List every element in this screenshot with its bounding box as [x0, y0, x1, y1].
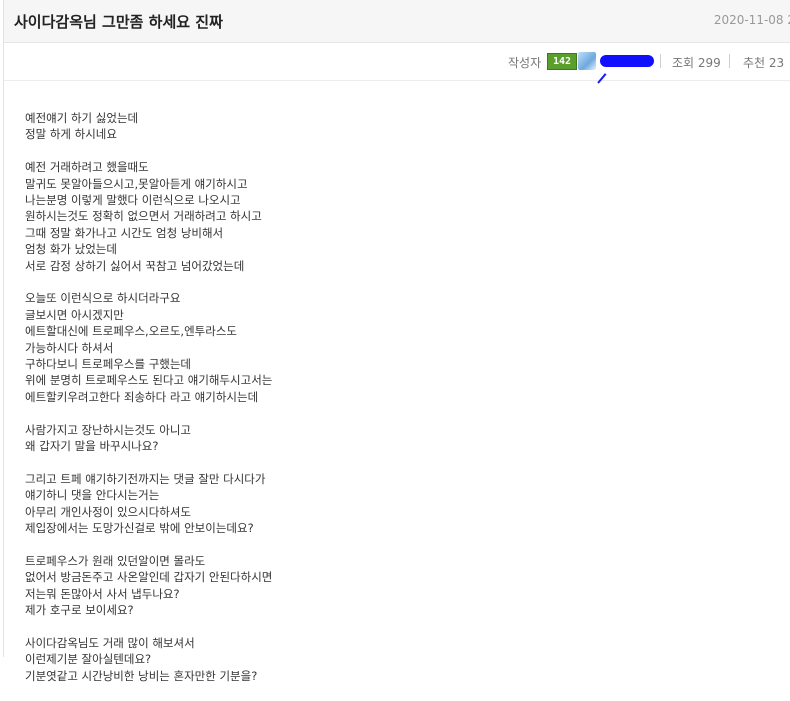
author-nickname-redacted[interactable] [600, 55, 654, 67]
pen-annotation-mark [597, 73, 607, 84]
body-line: 오늘또 이런식으로 하시더라구요 [25, 291, 181, 306]
body-line: 이런제기분 잘아실텐데요? [25, 652, 152, 667]
body-paragraph: 그리고 트페 얘기하기전까지는 댓글 잘만 다시다가얘기하니 댓을 안다시는거는… [25, 471, 765, 537]
body-line: 나는분명 이렇게 말했다 이런식으로 나오시고 [25, 193, 241, 208]
body-line: 제가 호구로 보이세요? [25, 603, 134, 618]
meta-separator [660, 54, 661, 68]
body-line: 에트할키우려고한다 죄송하다 라고 얘기하시는데 [25, 389, 259, 404]
body-line: 트로페우스가 원래 있던알이면 몰라도 [25, 553, 206, 568]
post-date: 2020-11-08 2 [713, 13, 790, 27]
level-badge: 142 [547, 53, 577, 70]
body-line: 아무리 개인사정이 있으시다하셔도 [25, 504, 192, 519]
body-line: 그리고 트페 얘기하기전까지는 댓글 잘만 다시다가 [25, 471, 266, 486]
body-line: 글보시면 아시겠지만 [25, 307, 124, 322]
post-body: 예전얘기 하기 싫었는데정말 하게 하시네요예전 거래하려고 했을때도 말귀도 못… [25, 110, 765, 701]
body-line: 기분엿같고 시간낭비한 낭비는 혼자만한 기분을? [25, 668, 258, 683]
body-line: 위에 분명히 트로페우스도 된다고 얘기해두시고서는 [25, 373, 273, 388]
body-line: 말귀도 못알아들으시고,못알아듣게 얘기하시고 [25, 176, 248, 191]
body-line: 그때 정말 화가나고 시간도 엄청 낭비해서 [25, 225, 224, 240]
body-line: 에트할대신에 트로페우스,오르도,엔투라스도 [25, 324, 237, 339]
body-line: 엄청 화가 났었는데 [25, 242, 117, 257]
body-paragraph: 트로페우스가 원래 있던알이면 몰라도없어서 방금돈주고 사온알인데 갑자기 안… [25, 553, 765, 619]
body-paragraph: 사람가지고 장난하시는것도 아니고왜 갑자기 말을 바꾸시나요? [25, 422, 765, 455]
body-line: 원하시는것도 정확히 없으면서 거래하려고 하시고 [25, 209, 262, 224]
body-line: 정말 하게 하시네요 [25, 127, 117, 142]
author-label: 작성자 [508, 56, 542, 70]
post-title[interactable]: 사이다감옥님 그만좀 하세요 진짜 [14, 11, 223, 32]
body-line: 예전 거래하려고 했을때도 [25, 160, 149, 175]
avatar-icon[interactable] [578, 52, 596, 70]
meta-separator [729, 54, 730, 68]
body-line: 제입장에서는 도망가신걸로 밖에 안보이는데요? [25, 521, 254, 536]
post-header: 사이다감옥님 그만좀 하세요 진짜 2020-11-08 2 [4, 0, 790, 43]
body-line: 왜 갑자기 말을 바꾸시나요? [25, 439, 159, 454]
body-paragraph: 예전얘기 하기 싫었는데정말 하게 하시네요 [25, 110, 765, 143]
body-line: 서로 감정 상하기 싫어서 꾹참고 넘어갔었는데 [25, 258, 245, 273]
body-line: 얘기하니 댓을 안다시는거는 [25, 488, 160, 503]
body-line: 구하다보니 트로페우스를 구했는데 [25, 357, 192, 372]
body-paragraph: 오늘또 이런식으로 하시더라구요 글보시면 아시겠지만에트할대신에 트로페우스,오… [25, 290, 765, 405]
body-line: 없어서 방금돈주고 사온알인데 갑자기 안된다하시면 [25, 570, 273, 585]
body-line: 저는뭐 돈많아서 사서 냅두나요? [25, 586, 180, 601]
body-line: 사이다감옥님도 거래 많이 해보셔서 [25, 635, 195, 650]
view-count: 조회 299 [672, 56, 721, 70]
recommend-count: 추천 23 [743, 56, 785, 70]
body-paragraph: 사이다감옥님도 거래 많이 해보셔서이런제기분 잘아실텐데요? 기분엿같고 시간낭… [25, 635, 765, 684]
body-line: 예전얘기 하기 싫었는데 [25, 111, 139, 125]
body-line: 사람가지고 장난하시는것도 아니고 [25, 422, 192, 437]
body-paragraph: 예전 거래하려고 했을때도 말귀도 못알아들으시고,못알아듣게 얘기하시고나는분명… [25, 159, 765, 274]
post-meta: 작성자 142 조회 299 추천 23 [4, 52, 790, 72]
body-line: 가능하시다 하셔서 [25, 340, 114, 355]
post-container: 사이다감옥님 그만좀 하세요 진짜 2020-11-08 2 작성자 142 조… [3, 0, 790, 683]
header-divider [4, 80, 790, 81]
